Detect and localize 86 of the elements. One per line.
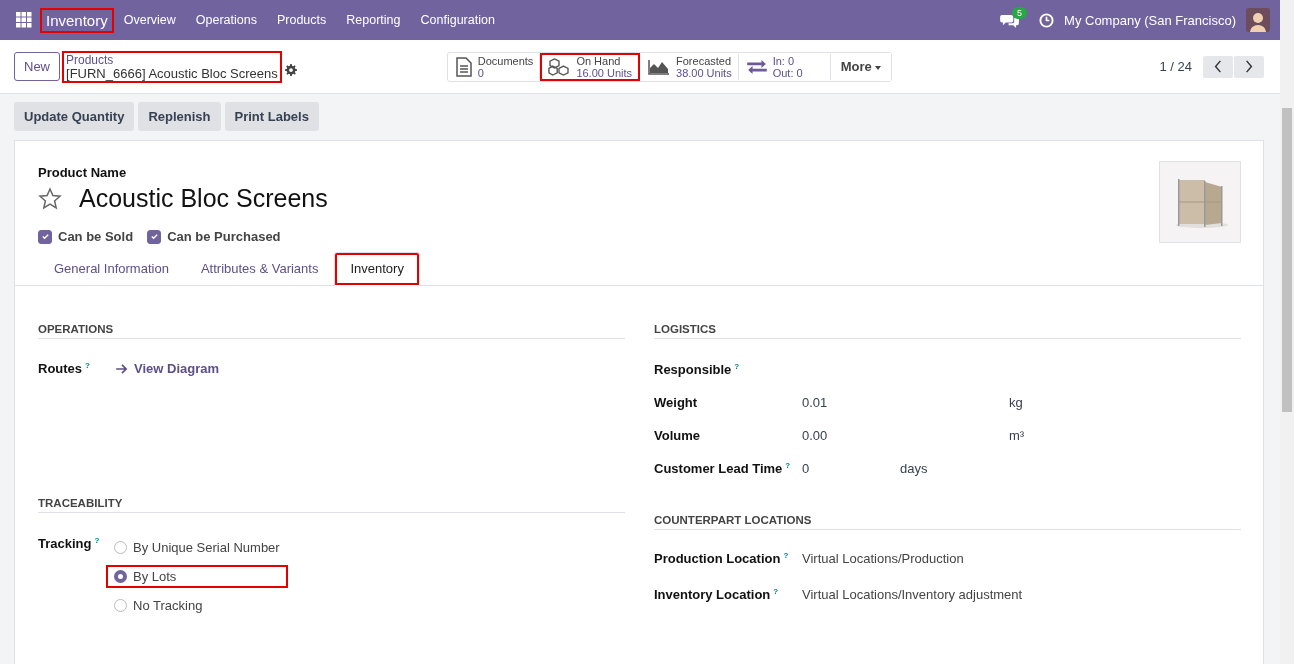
- field-label: Inventory Location: [654, 587, 771, 603]
- new-button[interactable]: New: [14, 52, 60, 81]
- chevron-left-icon: [1214, 60, 1222, 73]
- product-name: Acoustic Bloc Screens: [79, 184, 328, 213]
- checkbox-label: Can be Sold: [58, 229, 134, 244]
- field-label: Tracking: [38, 536, 92, 552]
- transfer-arrows-icon: [746, 58, 767, 75]
- radio-option[interactable]: By Lots: [106, 565, 288, 589]
- menu-item[interactable]: Operations: [195, 13, 257, 27]
- radio-option[interactable]: By Unique Serial Number: [106, 536, 288, 560]
- menu-item[interactable]: Products: [276, 13, 327, 27]
- next-button[interactable]: [1234, 55, 1264, 78]
- breadcrumb-link[interactable]: Products: [66, 52, 278, 67]
- unit-label: m³: [1009, 428, 1025, 443]
- menu-item[interactable]: Configuration: [420, 13, 495, 27]
- clock-icon[interactable]: [1039, 12, 1055, 28]
- stat-button[interactable]: In: 0 Out: 0: [738, 52, 831, 81]
- apps-menu-icon[interactable]: [16, 12, 32, 28]
- field-label: Customer Lead Time: [654, 461, 783, 477]
- stat-button[interactable]: On Hand 16.00 Units: [540, 52, 641, 81]
- stat-value: 0: [477, 66, 485, 79]
- stat-label: Documents: [477, 54, 534, 67]
- field-value[interactable]: 0: [802, 461, 900, 476]
- stat-button[interactable]: Forecasted 38.00 Units: [640, 52, 739, 81]
- checkbox[interactable]: [38, 229, 52, 244]
- stat-label: Forecasted: [676, 54, 732, 67]
- section-title: TRACEABILITY: [38, 497, 625, 514]
- unit-label: days: [900, 461, 928, 476]
- field-label: Product Name: [38, 165, 128, 180]
- section-title: LOGISTICS: [654, 286, 1241, 339]
- field-value[interactable]: Virtual Locations/Inventory adjustment: [802, 587, 1023, 603]
- stat-button[interactable]: Documents 0: [447, 52, 541, 81]
- help-mark[interactable]: ?: [783, 551, 789, 560]
- field-label: Production Location: [654, 551, 781, 567]
- settings-icon[interactable]: [284, 63, 297, 76]
- radio-option[interactable]: No Tracking: [106, 594, 288, 618]
- stat-value: 38.00 Units: [676, 66, 732, 79]
- field-value[interactable]: Virtual Locations/Production: [802, 551, 964, 566]
- tab[interactable]: Attributes & Variants: [184, 252, 335, 286]
- checkbox-label: Can be Purchased: [167, 229, 281, 244]
- stat-label: On Hand: [576, 54, 622, 67]
- caret-icon: [875, 65, 882, 70]
- field-label: Weight: [654, 395, 698, 410]
- scroll-thumb[interactable]: [1282, 108, 1292, 412]
- arrow-icon: [116, 363, 128, 374]
- user-avatar[interactable]: [1246, 8, 1270, 32]
- star-icon[interactable]: [38, 186, 62, 211]
- action-button[interactable]: Replenish: [138, 102, 221, 131]
- scrollbar[interactable]: [1280, 0, 1294, 664]
- tab[interactable]: General Information: [38, 252, 185, 286]
- help-mark[interactable]: ?: [785, 461, 791, 470]
- field-value[interactable]: 0.00: [802, 428, 1009, 443]
- menu-item[interactable]: Overview: [123, 13, 176, 27]
- tab[interactable]: Inventory: [334, 252, 420, 286]
- chat-icon[interactable]: [1000, 12, 1020, 28]
- stat-value: 16.00 Units: [576, 66, 633, 79]
- stat-value: Out: 0: [772, 66, 803, 79]
- record-title: [FURN_6666] Acoustic Bloc Screens: [66, 66, 278, 81]
- radio-button[interactable]: [114, 570, 127, 584]
- action-button[interactable]: Update Quantity: [14, 102, 135, 131]
- field-label: Routes: [38, 361, 83, 377]
- area-chart-icon: [648, 58, 671, 75]
- field-value[interactable]: 0.01: [802, 395, 1009, 410]
- message-count: 5: [1012, 6, 1028, 19]
- app-name[interactable]: Inventory: [40, 7, 114, 33]
- field-label: Volume: [654, 428, 700, 443]
- chevron-right-icon: [1245, 60, 1253, 73]
- checkbox[interactable]: [147, 229, 162, 244]
- section-title: OPERATIONS: [38, 286, 625, 339]
- check-icon: [149, 232, 159, 241]
- stat-label: In: 0: [772, 54, 796, 67]
- pager-counter: 1 / 24: [1159, 59, 1192, 74]
- menu-item[interactable]: Reporting: [346, 13, 401, 27]
- boxes-icon: [548, 57, 571, 76]
- action-button[interactable]: Print Labels: [224, 102, 319, 131]
- view-diagram-link[interactable]: View Diagram: [116, 361, 220, 376]
- help-mark[interactable]: ?: [85, 361, 90, 370]
- unit-label: kg: [1009, 395, 1023, 410]
- help-mark[interactable]: ?: [734, 362, 740, 371]
- document-icon: [455, 56, 472, 77]
- help-mark[interactable]: ?: [94, 536, 100, 546]
- check-icon: [40, 232, 50, 241]
- help-mark[interactable]: ?: [773, 587, 779, 597]
- company-name[interactable]: My Company (San Francisco): [1064, 12, 1236, 28]
- previous-button[interactable]: [1203, 55, 1233, 78]
- field-label: Responsible: [654, 362, 732, 378]
